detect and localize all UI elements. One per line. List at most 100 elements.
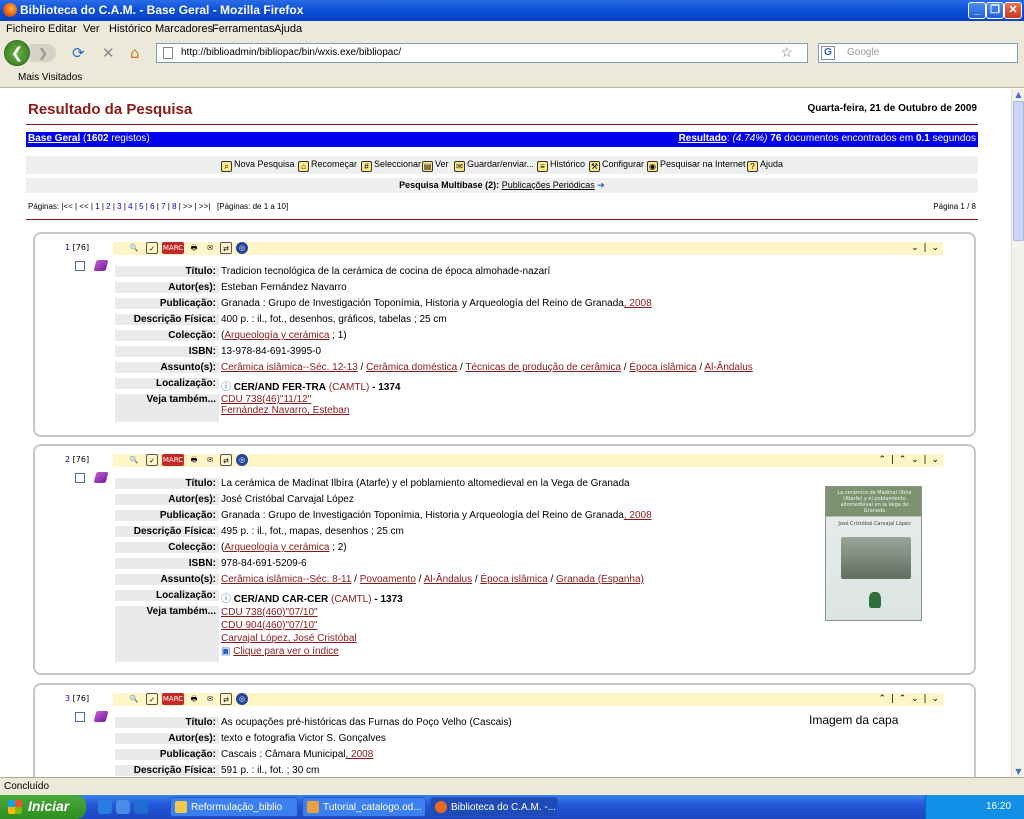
- minimize-button[interactable]: _: [968, 2, 986, 19]
- info-icon[interactable]: ⓘ: [221, 594, 231, 605]
- scroll-down-icon[interactable]: ▼: [1013, 766, 1024, 777]
- page-link-3[interactable]: 3: [117, 202, 121, 211]
- forward-button[interactable]: ❯: [30, 44, 56, 62]
- assunto-link[interactable]: Al-Ândalus: [704, 362, 752, 373]
- year-link[interactable]: , 2008: [346, 749, 374, 760]
- menu-ajuda[interactable]: Ajuda: [274, 23, 302, 35]
- close-button[interactable]: ✕: [1004, 2, 1022, 19]
- marc-icon[interactable]: MARC: [162, 242, 184, 254]
- quicklaunch-icon[interactable]: [134, 800, 148, 814]
- print-icon[interactable]: 🖶: [188, 242, 200, 254]
- menu-ver[interactable]: Ver: [83, 23, 100, 35]
- select-icon[interactable]: ✓: [146, 242, 158, 254]
- book-cover-image[interactable]: La cerámica de Madínat Ilbíra (Atarfe) y…: [825, 486, 922, 621]
- back-button[interactable]: ❮: [4, 40, 30, 66]
- menu-marcadores[interactable]: Marcadores: [155, 23, 213, 35]
- record-nav-icons[interactable]: ⌃ | ⌃ ⌄ | ⌄: [878, 455, 940, 465]
- menu-editar[interactable]: Editar: [48, 23, 77, 35]
- nova-pesquisa-button[interactable]: ⌕ Nova Pesquisa: [221, 159, 295, 172]
- internet-search-icon[interactable]: ◎: [236, 693, 248, 705]
- indice-link[interactable]: Clique para ver o índice: [233, 646, 339, 657]
- page-link-6[interactable]: 6: [150, 202, 154, 211]
- task-tutorial[interactable]: Tutorial_catalogo.od...: [302, 797, 426, 817]
- assunto-link[interactable]: Cerâmica islâmica--Séc. 8-11: [221, 574, 351, 585]
- record-nav-icons[interactable]: ⌄ | ⌄: [911, 243, 940, 253]
- cdu-link[interactable]: CDU 738(460)"07/10": [221, 607, 318, 618]
- zoom-icon[interactable]: 🔍: [128, 242, 140, 254]
- desktop-icon[interactable]: [116, 800, 130, 814]
- coleccao-link[interactable]: Arqueología y cerámica: [224, 330, 329, 341]
- link-icon[interactable]: ⇄: [220, 454, 232, 466]
- task-reformulacao[interactable]: Reformulação_biblio: [170, 797, 298, 817]
- send-icon[interactable]: ✉: [204, 454, 216, 466]
- maximize-button[interactable]: ❐: [986, 2, 1004, 19]
- record-checkbox[interactable]: [75, 261, 85, 271]
- address-bar[interactable]: http://biblioadmin/bibliopac/bin/wxis.ex…: [156, 43, 808, 63]
- link-icon[interactable]: ⇄: [220, 693, 232, 705]
- ie-icon[interactable]: [98, 800, 112, 814]
- cdu-link[interactable]: CDU 904(460)"07/10": [221, 620, 318, 631]
- record-checkbox[interactable]: [75, 712, 85, 722]
- author-link[interactable]: Carvajal López, José Cristóbal: [221, 633, 357, 644]
- year-link[interactable]: , 2008: [624, 510, 652, 521]
- google-icon[interactable]: G: [821, 46, 835, 60]
- search-input[interactable]: G Google: [818, 43, 1018, 63]
- seleccionar-button[interactable]: # Seleccionar: [361, 159, 421, 172]
- assunto-link[interactable]: Cerâmica islâmica--Séc. 12-13: [221, 362, 358, 373]
- bookmark-star-icon[interactable]: ☆: [780, 44, 793, 61]
- coleccao-link[interactable]: Arqueología y cerámica: [224, 542, 329, 553]
- stop-icon[interactable]: ✕: [102, 45, 115, 61]
- record-nav-icons[interactable]: ⌃ | ⌃ ⌄ | ⌄: [878, 694, 940, 704]
- assunto-link[interactable]: Época islâmica: [480, 574, 547, 585]
- internet-search-icon[interactable]: ◎: [236, 454, 248, 466]
- zoom-icon[interactable]: 🔍: [128, 693, 140, 705]
- marc-icon[interactable]: MARC: [162, 454, 184, 466]
- recomecar-button[interactable]: ⌂ Recomeçar: [298, 159, 357, 172]
- assunto-link[interactable]: Povoamento: [360, 574, 416, 585]
- assunto-link[interactable]: Técnicas de produção de cerâmica: [465, 362, 621, 373]
- historico-button[interactable]: ≡ Histórico: [537, 159, 585, 172]
- print-icon[interactable]: 🖶: [188, 454, 200, 466]
- configurar-button[interactable]: ⚒ Configurar: [589, 159, 644, 172]
- arrow-right-icon[interactable]: ➔: [597, 180, 605, 190]
- bookmark-mais-visitados[interactable]: Mais Visitados: [18, 72, 82, 83]
- home-icon[interactable]: ⌂: [130, 45, 140, 61]
- assunto-link[interactable]: Cerâmica doméstica: [366, 362, 457, 373]
- resultado-link[interactable]: Resultado: [679, 133, 727, 144]
- marc-icon[interactable]: MARC: [162, 693, 184, 705]
- task-firefox[interactable]: Biblioteca do C.A.M. -...: [430, 797, 558, 817]
- page-link-1[interactable]: 1: [95, 202, 99, 211]
- year-link[interactable]: , 2008: [624, 298, 652, 309]
- page-link-2[interactable]: 2: [106, 202, 110, 211]
- guardar-enviar-button[interactable]: ✉ Guardar/enviar...: [454, 159, 534, 172]
- send-icon[interactable]: ✉: [204, 242, 216, 254]
- cdu-link[interactable]: CDU 738(46)"11/12": [221, 394, 311, 405]
- scroll-up-icon[interactable]: ▲: [1013, 89, 1024, 100]
- assunto-link[interactable]: Granada (Espanha): [556, 574, 644, 585]
- internet-search-icon[interactable]: ◎: [236, 242, 248, 254]
- page-link-4[interactable]: 4: [128, 202, 132, 211]
- publicacoes-periodicas-link[interactable]: Publicações Periódicas: [502, 180, 595, 190]
- scroll-thumb[interactable]: [1013, 101, 1024, 241]
- page-link-7[interactable]: 7: [161, 202, 165, 211]
- select-icon[interactable]: ✓: [146, 693, 158, 705]
- page-link-5[interactable]: 5: [139, 202, 143, 211]
- menu-ficheiro[interactable]: Ficheiro: [6, 23, 45, 35]
- record-checkbox[interactable]: [75, 473, 85, 483]
- assunto-link[interactable]: Al-Ândalus: [424, 574, 472, 585]
- info-icon[interactable]: ⓘ: [221, 382, 231, 393]
- start-button[interactable]: Iniciar: [0, 795, 86, 819]
- vertical-scrollbar[interactable]: ▲ ▼: [1011, 89, 1024, 777]
- menu-historico[interactable]: Histórico: [109, 23, 152, 35]
- author-link[interactable]: Fernández Navarro, Esteban: [221, 405, 349, 416]
- ver-button[interactable]: ▤ Ver: [422, 159, 449, 172]
- zoom-icon[interactable]: 🔍: [128, 454, 140, 466]
- menu-ferramentas[interactable]: Ferramentas: [212, 23, 274, 35]
- assunto-link[interactable]: Época islâmica: [629, 362, 696, 373]
- link-icon[interactable]: ⇄: [220, 242, 232, 254]
- page-link-8[interactable]: 8: [172, 202, 176, 211]
- base-geral-link[interactable]: Base Geral: [28, 133, 80, 144]
- ajuda-button[interactable]: ? Ajuda: [747, 159, 783, 172]
- pesquisar-internet-button[interactable]: ◉ Pesquisar na Internet: [647, 159, 746, 172]
- select-icon[interactable]: ✓: [146, 454, 158, 466]
